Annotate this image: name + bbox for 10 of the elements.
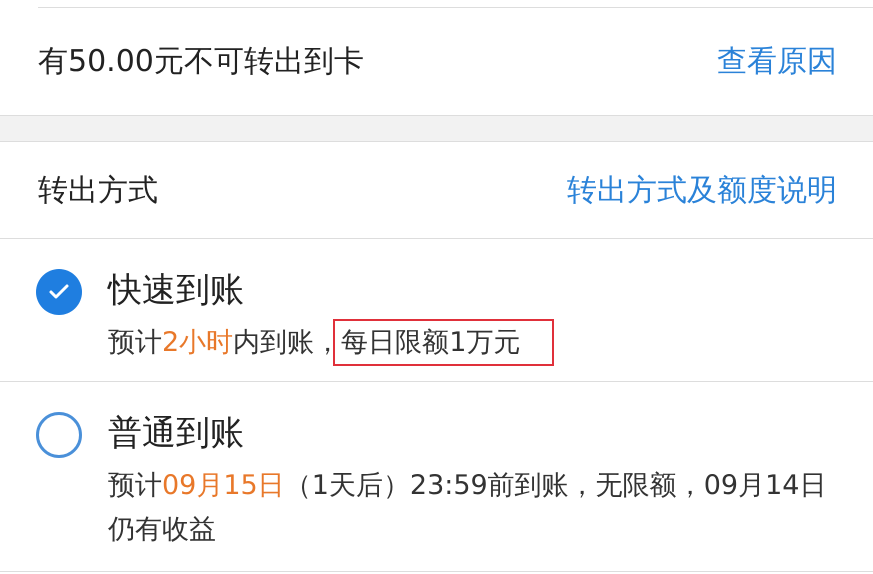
notice-text: 有50.00元不可转出到卡 [38, 43, 364, 81]
option-title: 普通到账 [108, 412, 245, 455]
limit-info-link[interactable]: 转出方式及额度说明 [567, 170, 837, 210]
radio-button[interactable] [36, 412, 82, 458]
option-description: 预计2小时内到账，每日限额1万元 [108, 321, 828, 365]
option-description: 预计09月15日（1天后）23:59前到账，无限额，09月14日仍有收益 [108, 469, 828, 547]
view-reason-link[interactable]: 查看原因 [717, 41, 837, 82]
option-title: 快速到账 [108, 269, 245, 312]
section-title: 转出方式 [38, 172, 158, 210]
radio-button[interactable] [36, 269, 82, 315]
